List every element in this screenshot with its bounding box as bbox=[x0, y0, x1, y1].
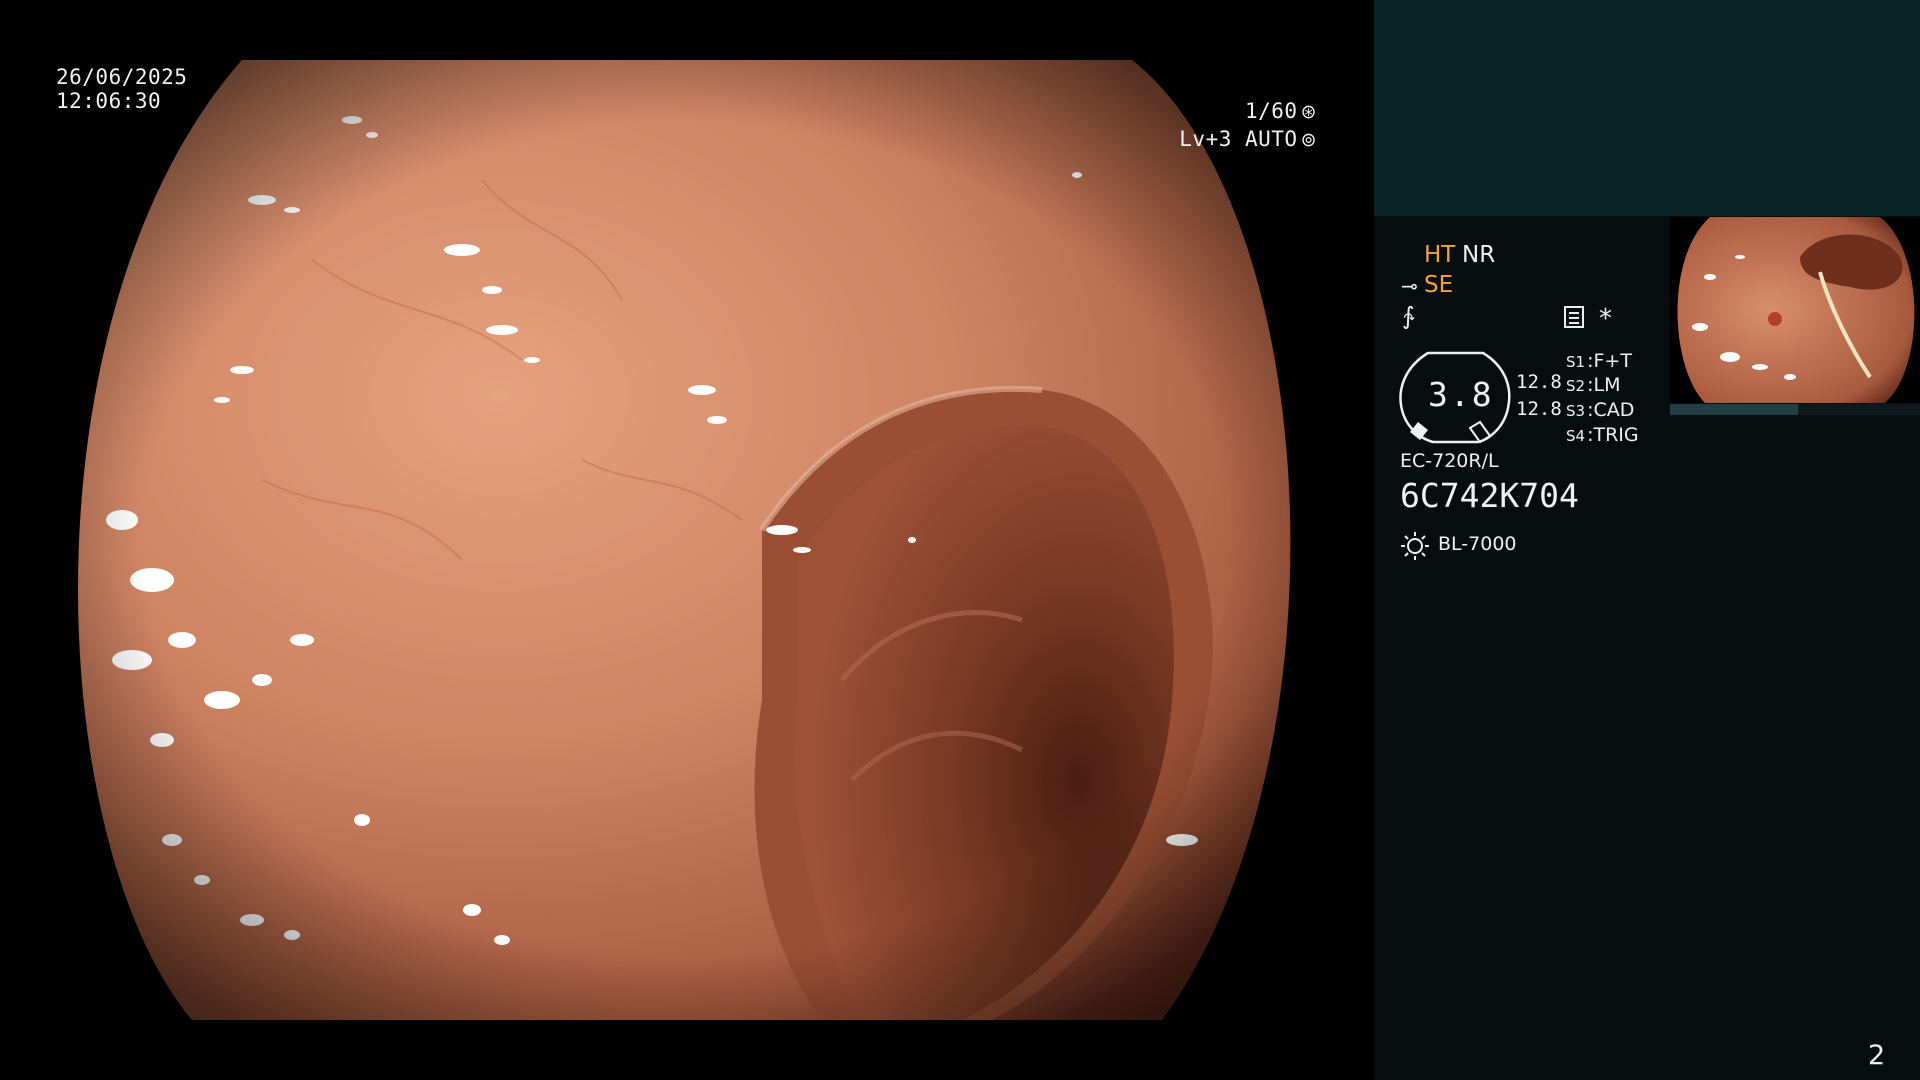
switch-slot-2: S2:LM bbox=[1566, 374, 1621, 396]
light-source-icon bbox=[1401, 532, 1429, 560]
iris-readout: Lv+3 AUTO ⊚ bbox=[1179, 126, 1317, 154]
ht-indicator: HT bbox=[1424, 242, 1456, 268]
gauge-side-value: 12.8 bbox=[1516, 371, 1562, 393]
gauge-value: 3.8 bbox=[1428, 375, 1494, 414]
slot-key: S1 bbox=[1566, 353, 1586, 371]
endoscope-image bbox=[78, 60, 1291, 1020]
switch-slot-3: S3:CAD bbox=[1566, 399, 1635, 421]
light-source-model: BL-7000 bbox=[1438, 533, 1517, 555]
menu-icon bbox=[1564, 306, 1584, 328]
slot-value: CAD bbox=[1593, 399, 1635, 421]
iris-icon: ⊚ bbox=[1300, 129, 1317, 151]
captured-thumbnail[interactable] bbox=[1670, 217, 1920, 403]
slot-value: LM bbox=[1593, 374, 1621, 396]
shutter-value: 1/60 bbox=[1245, 99, 1298, 123]
nr-indicator: NR bbox=[1462, 242, 1496, 268]
endoscope-view bbox=[62, 60, 1312, 1020]
slot-value: F+T bbox=[1593, 350, 1632, 372]
scope-model: EC-720R/L bbox=[1400, 450, 1499, 472]
scope-tip-icon: ⊸ bbox=[1401, 274, 1418, 298]
thumbnail-image bbox=[1677, 217, 1915, 403]
slot-key: S4 bbox=[1566, 427, 1586, 445]
switch-slot-4: S4:TRIG bbox=[1566, 424, 1639, 446]
se-indicator: SE bbox=[1424, 272, 1454, 298]
gauge-side-value: 12.8 bbox=[1516, 398, 1562, 420]
panel-header-area bbox=[1374, 0, 1920, 216]
shutter-readout: 1/60 ⊛ bbox=[1245, 98, 1317, 126]
thumbnail-status-bar bbox=[1670, 404, 1920, 415]
switch-slot-1: S1:F+T bbox=[1566, 350, 1632, 372]
page-number: 2 bbox=[1868, 1040, 1886, 1071]
date-text: 26/06/2025 bbox=[56, 65, 188, 89]
curve-icon: ∱ bbox=[1402, 302, 1415, 330]
slot-key: S3 bbox=[1566, 402, 1586, 420]
status-panel: HT NR ⊸ SE ∱ * 3.8 12.8 12.8 S1:F+T S2:L… bbox=[1374, 0, 1920, 1080]
slot-value: TRIG bbox=[1593, 424, 1639, 446]
time-text: 12:06:30 bbox=[56, 89, 162, 113]
scope-serial: 6C742K704 bbox=[1400, 476, 1579, 515]
asterisk-indicator: * bbox=[1599, 304, 1612, 334]
shutter-icon: ⊛ bbox=[1300, 101, 1317, 123]
slot-key: S2 bbox=[1566, 377, 1586, 395]
iris-value: Lv+3 AUTO bbox=[1179, 127, 1298, 151]
